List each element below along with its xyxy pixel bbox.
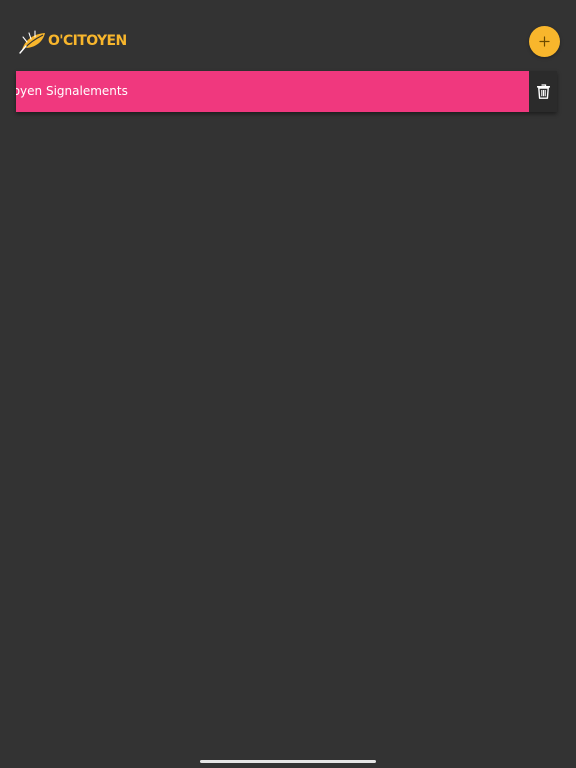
- list-row-container: toyen Signalements: [16, 71, 557, 112]
- list-item-label: toyen Signalements: [16, 84, 128, 98]
- app-screen: O'CITOYEN toyen Signalements: [0, 0, 576, 768]
- leaf-logo-icon: [19, 30, 45, 54]
- logo-text: O'CITOYEN: [48, 33, 127, 49]
- delete-button[interactable]: [529, 71, 557, 112]
- home-indicator[interactable]: [200, 760, 376, 763]
- list-item[interactable]: toyen Signalements: [16, 71, 529, 112]
- app-logo: O'CITOYEN: [19, 27, 127, 55]
- add-button[interactable]: [529, 26, 560, 57]
- app-header: O'CITOYEN: [0, 0, 576, 70]
- plus-icon: [539, 36, 550, 47]
- trash-icon: [536, 84, 550, 99]
